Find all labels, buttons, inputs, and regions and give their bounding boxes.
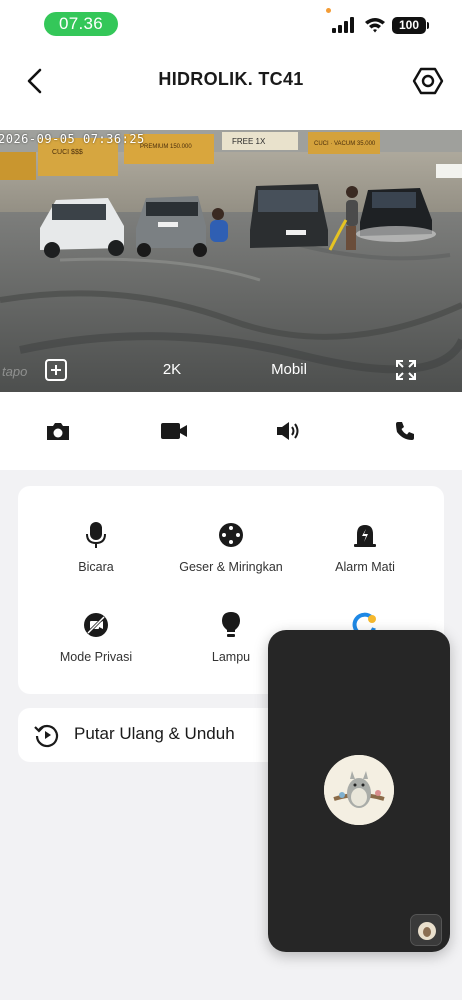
feed-timestamp: 2026-09-05 07:36:25 (0, 132, 145, 146)
talk-control[interactable]: Bicara (26, 520, 166, 574)
pan-tilt-label: Geser & Miringkan (179, 560, 283, 574)
pan-tilt-icon (219, 523, 243, 547)
multi-view-icon[interactable] (44, 358, 68, 382)
wifi-icon (365, 18, 385, 33)
feed-sign-text: FREE 1X (232, 137, 266, 146)
privacy-mode-control[interactable]: Mode Privasi (26, 610, 166, 664)
fullscreen-icon[interactable] (394, 358, 418, 382)
back-icon[interactable] (20, 64, 50, 98)
camera-live-feed[interactable]: CUCI $$$ PREMIUM 150.000 FREE 1X CUCI · … (0, 130, 462, 392)
car-black-mpv (250, 184, 328, 248)
battery-indicator: 100 (392, 17, 429, 34)
playback-label: Putar Ulang & Unduh (74, 724, 235, 743)
pan-tilt-control[interactable]: Geser & Miringkan (161, 520, 301, 574)
header: HIDROLIK. TC41 (0, 50, 462, 112)
quick-action-bar (0, 392, 462, 470)
cellular-signal-icon (332, 17, 354, 33)
camera-scene: CUCI $$$ PREMIUM 150.000 FREE 1X CUCI · … (0, 130, 462, 392)
settings-icon[interactable] (410, 64, 446, 98)
car-white-suv (40, 198, 124, 258)
totoro-avatar-image (324, 755, 394, 825)
privacy-mode-label: Mode Privasi (59, 650, 133, 664)
lightbulb-icon (222, 612, 240, 637)
audio-toggle-button[interactable] (273, 416, 303, 446)
replay-icon (34, 724, 59, 748)
caller-avatar (324, 755, 394, 825)
status-bar: 07.36 100 (0, 0, 462, 50)
brand-watermark: tapo (2, 364, 28, 379)
phone-icon (396, 422, 414, 440)
floating-call-window[interactable] (268, 630, 450, 952)
alarm-label: Alarm Mati (335, 560, 395, 574)
microphone-icon (86, 522, 106, 548)
alarm-icon (354, 525, 376, 547)
call-button[interactable] (390, 416, 420, 446)
feed-sign-text: PREMIUM 150.000 (140, 144, 192, 150)
video-camera-icon (161, 423, 187, 439)
mic-indicator-dot (326, 8, 331, 13)
car-grey-suv (136, 196, 207, 257)
talk-label: Bicara (78, 560, 114, 574)
snapshot-button[interactable] (43, 416, 73, 446)
detection-mode-toggle[interactable]: Mobil (258, 361, 320, 378)
privacy-mode-icon (84, 613, 108, 637)
self-view-thumbnail[interactable] (410, 914, 442, 946)
feed-sign-text: CUCI $$$ (52, 149, 83, 156)
status-time: 07.36 (44, 12, 118, 36)
self-avatar-image (411, 915, 441, 945)
resolution-toggle[interactable]: 2K (150, 361, 194, 378)
speaker-icon (277, 422, 299, 440)
feed-sign-text: CUCI · VACUM 35.000 (314, 141, 376, 147)
alarm-control[interactable]: Alarm Mati (295, 520, 435, 574)
camera-icon (47, 423, 69, 440)
page-title: HIDROLIK. TC41 (158, 69, 304, 89)
record-button[interactable] (159, 416, 189, 446)
